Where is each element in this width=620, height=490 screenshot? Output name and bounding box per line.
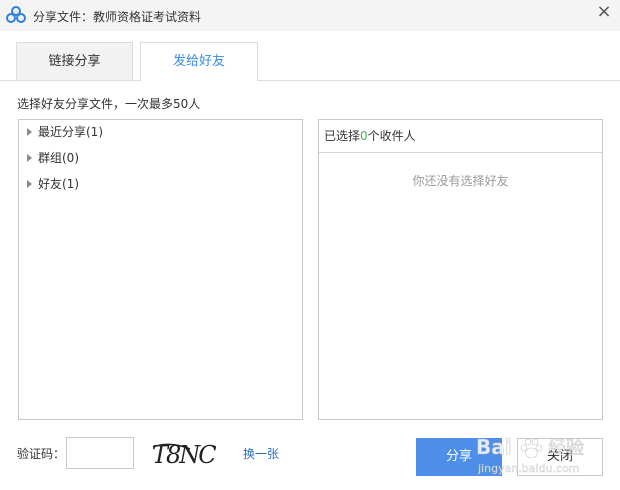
selected-suffix: 个收件人 [367,129,416,143]
expand-arrow-icon[interactable] [27,127,32,136]
selected-recipients-panel: 已选择0个收件人 你还没有选择好友 [318,119,603,420]
window-title: 分享文件：教师资格证考试资料 [33,10,202,24]
selected-prefix: 已选择 [324,129,361,143]
selected-count: 0 [360,129,368,143]
captcha-label: 验证码： [17,447,66,461]
select-friends-hint: 选择好友分享文件，一次最多50人 [17,97,201,111]
tab-bar: 链接分享 发给好友 [0,31,620,81]
close-button[interactable]: 关闭 [517,438,603,476]
captcha-image[interactable]: T8NC [150,437,216,471]
tree-item-recent-share[interactable]: 最近分享(1) [27,122,103,142]
expand-arrow-icon[interactable] [27,179,32,188]
friends-tree-panel: 最近分享(1) 群组(0) 好友(1) [18,119,303,420]
title-bar: 分享文件：教师资格证考试资料 × [0,0,620,31]
tree-item-friends[interactable]: 好友(1) [27,174,79,194]
expand-arrow-icon[interactable] [27,153,32,162]
captcha-input[interactable] [66,437,134,469]
tree-item-groups[interactable]: 群组(0) [27,148,79,168]
tab-link-share[interactable]: 链接分享 [16,42,133,80]
close-icon[interactable]: × [593,1,615,23]
tab-send-to-friends[interactable]: 发给好友 [140,42,258,81]
tree-item-label: 群组(0) [38,151,79,165]
refresh-captcha-link[interactable]: 换一张 [243,445,279,462]
tree-item-label: 好友(1) [38,177,79,191]
empty-selection-message: 你还没有选择好友 [412,174,509,188]
baidu-cloud-logo-icon [6,6,26,23]
tree-item-label: 最近分享(1) [38,125,103,139]
selected-count-header: 已选择0个收件人 [319,120,602,153]
share-button[interactable]: 分享 [416,438,502,476]
